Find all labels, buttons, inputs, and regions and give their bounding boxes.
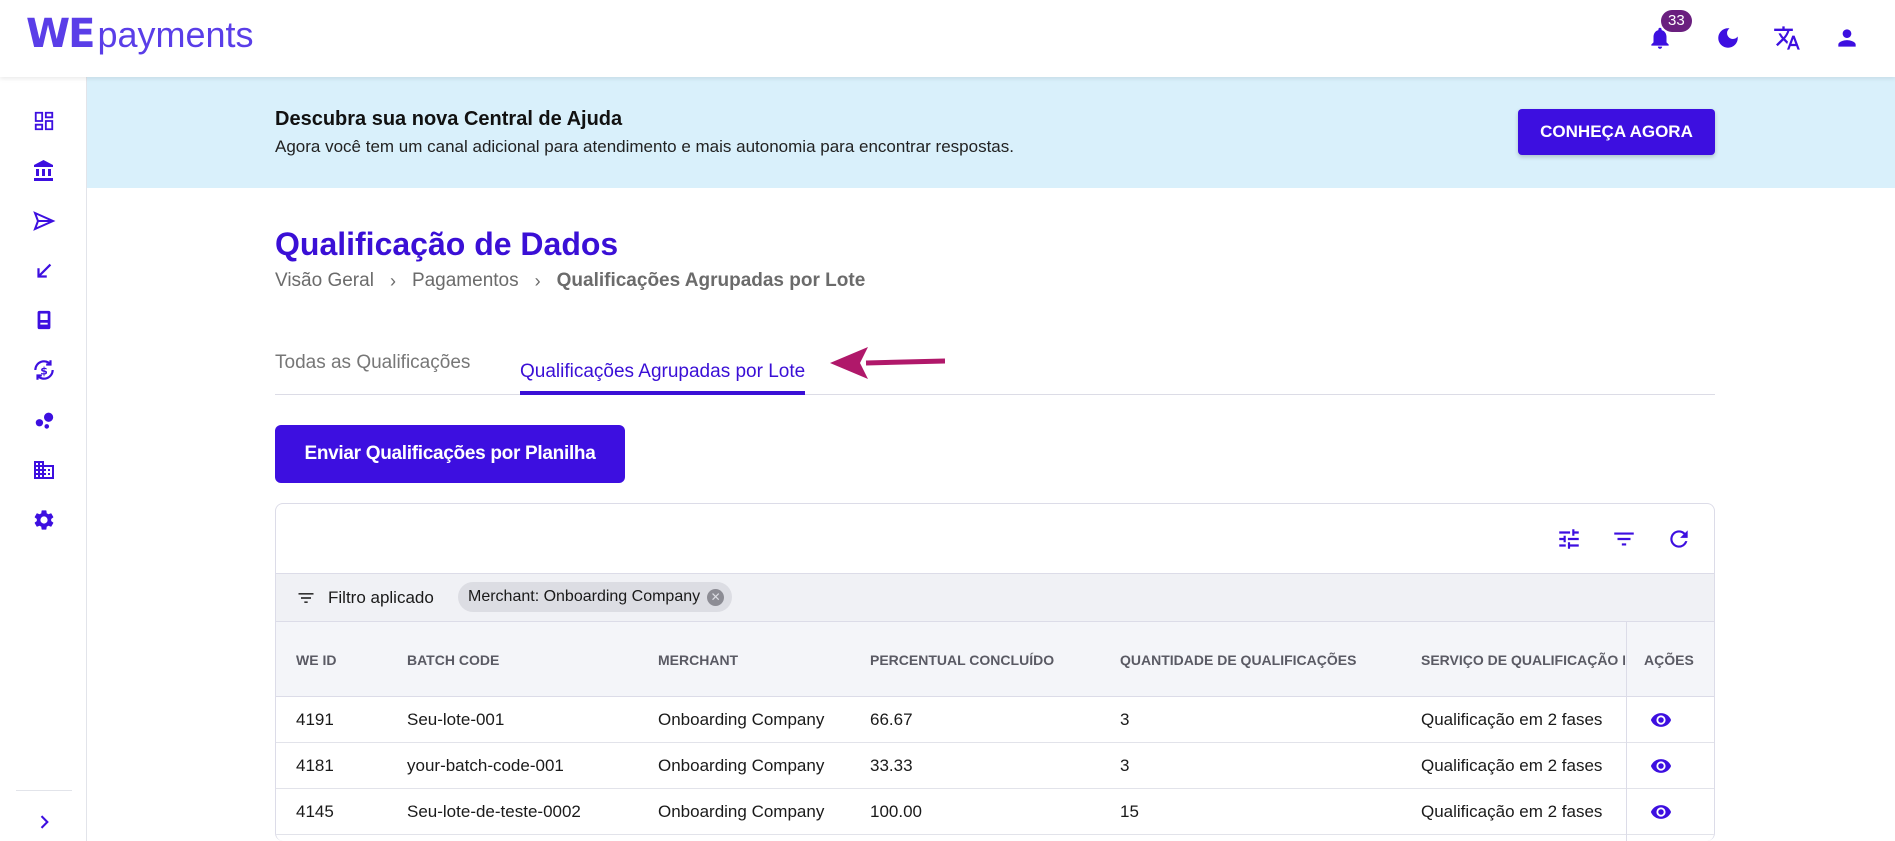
chevron-right-icon: › [534,270,541,291]
tab-grouped-by-batch[interactable]: Qualificações Agrupadas por Lote [520,352,806,395]
cell-merchant: Onboarding Company [658,756,825,775]
table-header: WE ID BATCH CODE MERCHANT PERCENTUAL CON… [276,622,1714,697]
table-row[interactable]: 4191 Seu-lote-001 Onboarding Company 66.… [276,697,1714,743]
help-center-banner: Descubra sua nova Central de Ajuda Agora… [87,77,1895,188]
cell-merchant: Onboarding Company [658,710,825,729]
refresh-icon[interactable] [1664,524,1694,554]
filter-chip-label: Merchant: Onboarding Company [468,588,701,605]
annotation-arrow-icon [830,343,946,388]
filter-icon[interactable] [1609,524,1639,554]
cell-merchant: Onboarding Company [658,802,825,821]
breadcrumb: Visão Geral › Pagamentos › Qualificações… [275,270,865,292]
cell-we-id: 4145 [296,802,334,821]
column-header-we-id[interactable]: WE ID [296,652,336,668]
table-toolbar [276,504,1714,574]
cell-batch-code: your-batch-code-001 [407,756,564,775]
send-qualifications-spreadsheet-button[interactable]: Enviar Qualificações por Planilha [275,425,625,483]
applied-filter-bar: Filtro aplicado Merchant: Onboarding Com… [276,574,1714,622]
column-header-batch-code[interactable]: BATCH CODE [407,652,499,668]
cell-service: Qualificação em 2 fases [1421,710,1603,729]
actions-column-divider [1626,622,1714,841]
cell-percent: 66.67 [870,710,913,729]
logo-we-text: WE [26,11,95,57]
logo-payments-text: payments [97,14,254,55]
breadcrumb-item-current: Qualificações Agrupadas por Lote [556,270,866,291]
bubbles-icon[interactable] [30,406,58,434]
translate-icon[interactable] [1771,22,1803,54]
send-icon[interactable] [30,207,58,235]
bank-icon[interactable] [30,157,58,185]
banner-text: Agora você tem um canal adicional para a… [275,137,1014,156]
cell-quantity: 3 [1120,756,1130,775]
cell-batch-code: Seu-lote-de-teste-0002 [407,802,581,821]
cell-percent: 33.33 [870,756,913,775]
filter-icon [296,588,316,613]
notification-badge: 33 [1661,10,1692,32]
chevron-right-icon[interactable] [30,808,58,836]
dashboard-icon[interactable] [30,107,58,135]
moon-icon[interactable] [1712,22,1744,54]
cell-percent: 100.00 [870,802,922,821]
banner-title: Descubra sua nova Central de Ajuda [275,108,623,130]
breadcrumb-item-overview[interactable]: Visão Geral [275,270,374,292]
cell-batch-code: Seu-lote-001 [407,710,505,729]
table-row[interactable]: 4145 Seu-lote-de-teste-0002 Onboarding C… [276,789,1714,835]
user-icon[interactable] [1831,22,1863,54]
column-header-service[interactable]: SERVIÇO DE QUALIFICAÇÃO DE DADOS [1421,652,1625,668]
filter-label: Filtro aplicado [328,588,434,607]
logo[interactable]: WE payments [26,12,254,57]
pos-terminal-icon[interactable] [30,306,58,334]
chevron-right-icon: › [389,270,396,291]
column-header-merchant[interactable]: MERCHANT [658,652,738,668]
breadcrumb-item-payments[interactable]: Pagamentos [412,270,519,292]
cell-service: Qualificação em 2 fases [1421,802,1603,821]
cell-we-id: 4181 [296,756,334,775]
tabs: Todas as Qualificações Qualificações Agr… [275,340,1715,395]
building-icon[interactable] [30,456,58,484]
receive-arrow-icon[interactable] [30,257,58,285]
cell-quantity: 3 [1120,710,1130,729]
top-header: WE payments 33 [0,0,1895,77]
column-header-percent[interactable]: PERCENTUAL CONCLUÍDO [870,652,1054,668]
tab-all-qualifications[interactable]: Todas as Qualificações [275,352,470,374]
sidebar-divider [16,790,72,791]
table-row[interactable]: 4181 your-batch-code-001 Onboarding Comp… [276,743,1714,789]
filter-chip[interactable]: Merchant: Onboarding Company ✕ [458,582,733,612]
batches-table-card: Filtro aplicado Merchant: Onboarding Com… [275,503,1715,841]
svg-text:$: $ [40,364,48,377]
columns-settings-icon[interactable] [1554,524,1584,554]
currency-exchange-icon[interactable]: $ [30,356,58,384]
column-header-quantity[interactable]: QUANTIDADE DE QUALIFICAÇÕES [1120,652,1356,668]
discover-now-button[interactable]: CONHEÇA AGORA [1518,109,1715,155]
cell-quantity: 15 [1120,802,1139,821]
sidebar: $ [0,77,87,841]
page-title: Qualificação de Dados [275,226,619,262]
remove-filter-icon[interactable]: ✕ [707,588,725,606]
settings-icon[interactable] [30,506,58,534]
cell-we-id: 4191 [296,710,334,729]
cell-service: Qualificação em 2 fases [1421,756,1603,775]
